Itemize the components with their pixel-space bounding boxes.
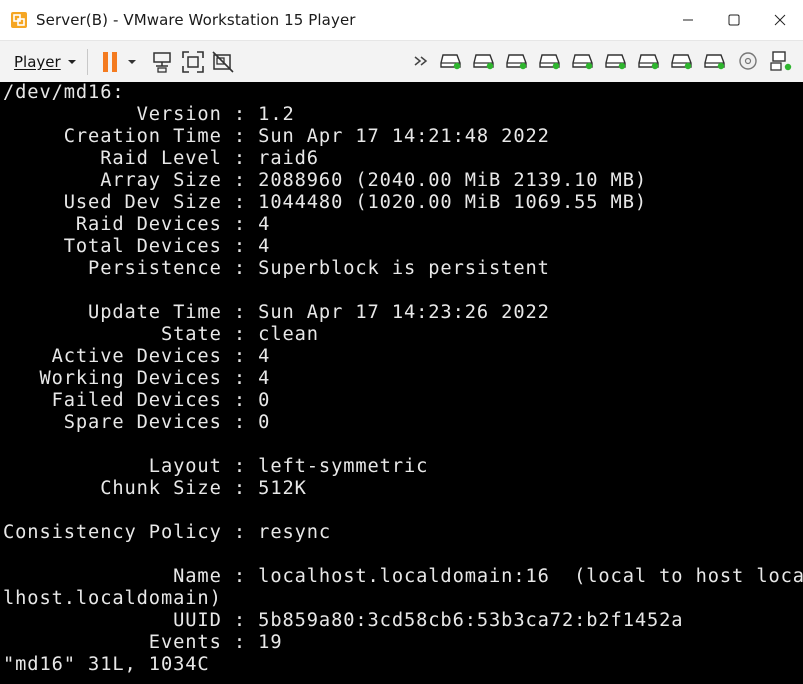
hard-disk-9-button[interactable] xyxy=(698,45,731,77)
hard-disk-6-button[interactable] xyxy=(599,45,632,77)
unity-disabled-icon xyxy=(212,50,234,73)
console-line: Name : localhost.localdomain:16 (local t… xyxy=(3,566,803,587)
console-line: Update Time : Sun Apr 17 14:23:26 2022 xyxy=(3,302,550,323)
cd-icon xyxy=(738,52,757,70)
console-line: lhost.localdomain) xyxy=(3,588,222,609)
vmware-app-icon xyxy=(11,12,27,28)
hard-disk-icon xyxy=(703,54,725,70)
hard-disk-icon xyxy=(505,54,527,70)
toolbar-divider xyxy=(86,48,88,75)
pause-icon xyxy=(102,51,117,72)
console-line: Working Devices : 4 xyxy=(3,368,271,389)
chevron-down-icon xyxy=(67,59,76,64)
maximize-icon xyxy=(728,14,740,26)
hard-disk-1-button[interactable] xyxy=(434,45,467,77)
console-line: Failed Devices : 0 xyxy=(3,390,271,411)
console-line: Total Devices : 4 xyxy=(3,236,271,257)
toolbar: Player xyxy=(0,41,803,83)
hard-disk-icon xyxy=(472,54,494,70)
console-line: Creation Time : Sun Apr 17 14:21:48 2022 xyxy=(3,126,550,147)
hard-disk-icon xyxy=(670,54,692,70)
console-line: Events : 19 xyxy=(3,632,283,653)
console-line: State : clean xyxy=(3,324,319,345)
window-controls xyxy=(665,0,803,40)
console-line: Array Size : 2088960 (2040.00 MiB 2139.1… xyxy=(3,170,647,191)
device-tray xyxy=(408,45,797,77)
hard-disk-5-button[interactable] xyxy=(566,45,599,77)
console-line: Chunk Size : 512K xyxy=(3,478,307,499)
cd-dvd-button[interactable] xyxy=(731,45,764,77)
more-devices-button[interactable] xyxy=(408,45,434,77)
close-icon xyxy=(774,14,786,26)
console-line: "md16" 31L, 1034C xyxy=(3,654,210,675)
player-menu-label: Player xyxy=(14,52,61,71)
chevron-down-icon xyxy=(127,59,136,64)
network-adapter-icon xyxy=(769,51,791,71)
unity-button[interactable] xyxy=(208,46,238,78)
console-line: UUID : 5b859a80:3cd58cb6:53b3ca72:b2f145… xyxy=(3,610,684,631)
network-adapter-button[interactable] xyxy=(764,45,797,77)
vmware-window: Server(B) - VMware Workstation 15 Player… xyxy=(0,0,803,684)
double-chevron-right-icon xyxy=(414,56,428,66)
fit-guest-button[interactable] xyxy=(178,46,208,78)
suspend-button[interactable] xyxy=(98,46,122,78)
hard-disk-icon xyxy=(637,54,659,70)
minimize-button[interactable] xyxy=(665,0,711,40)
hard-disk-4-button[interactable] xyxy=(533,45,566,77)
hard-disk-7-button[interactable] xyxy=(632,45,665,77)
fit-window-icon xyxy=(181,50,204,73)
console-line: Active Devices : 4 xyxy=(3,346,271,367)
title-bar: Server(B) - VMware Workstation 15 Player xyxy=(0,0,803,41)
console-line: Consistency Policy : resync xyxy=(3,522,332,543)
window-title: Server(B) - VMware Workstation 15 Player xyxy=(36,11,356,29)
send-keys-icon xyxy=(152,51,171,73)
console-line: Version : 1.2 xyxy=(3,104,295,125)
console-line: Spare Devices : 0 xyxy=(3,412,271,433)
hard-disk-icon xyxy=(439,54,461,70)
player-menu-button[interactable]: Player xyxy=(14,53,77,71)
console-line: Persistence : Superblock is persistent xyxy=(3,258,550,279)
vm-console[interactable]: /dev/md16: Version : 1.2 Creation Time :… xyxy=(0,82,803,684)
hard-disk-2-button[interactable] xyxy=(467,45,500,77)
console-line: /dev/md16: xyxy=(3,82,125,103)
power-options-dropdown[interactable] xyxy=(122,46,142,78)
hard-disk-8-button[interactable] xyxy=(665,45,698,77)
minimize-icon xyxy=(683,19,693,21)
console-line: Layout : left-symmetric xyxy=(3,456,429,477)
console-line: Raid Level : raid6 xyxy=(3,148,319,169)
maximize-button[interactable] xyxy=(711,0,757,40)
console-line: Used Dev Size : 1044480 (1020.00 MiB 106… xyxy=(3,192,647,213)
console-line: Raid Devices : 4 xyxy=(3,214,271,235)
hard-disk-icon xyxy=(604,54,626,70)
hard-disk-3-button[interactable] xyxy=(500,45,533,77)
hard-disk-icon xyxy=(538,54,560,70)
hard-disk-icon xyxy=(571,54,593,70)
send-ctrl-alt-del-button[interactable] xyxy=(148,46,178,78)
close-button[interactable] xyxy=(757,0,803,40)
